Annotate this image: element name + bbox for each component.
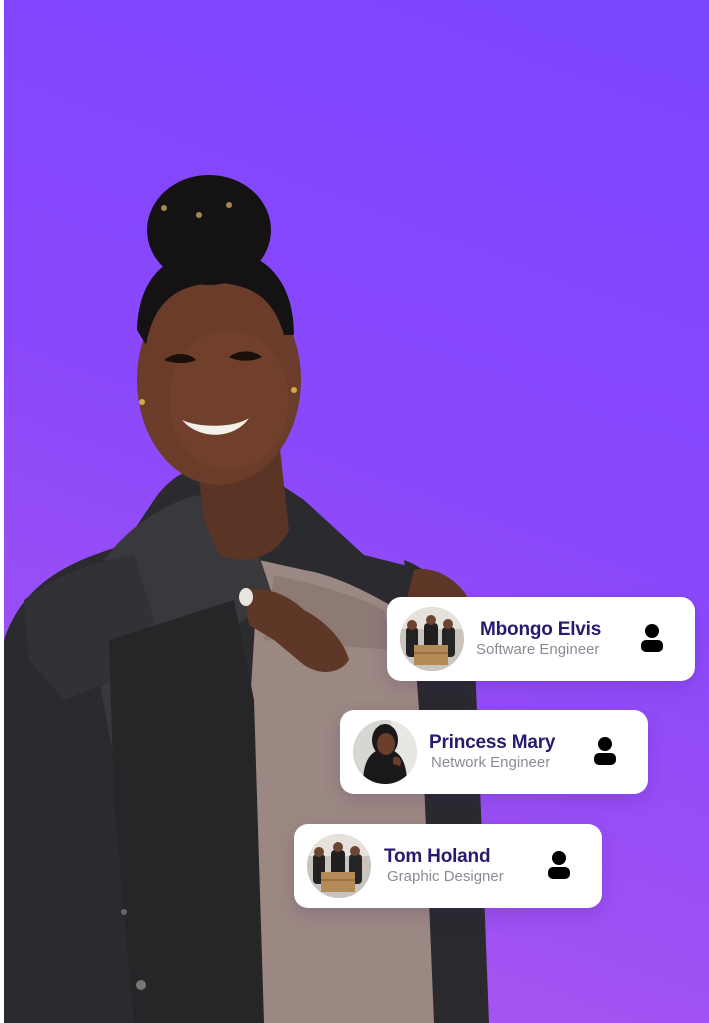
avatar — [307, 834, 371, 898]
woman-portrait-icon — [353, 720, 417, 784]
profile-card-mbongo-elvis[interactable]: Mbongo Elvis Software Engineer — [387, 597, 695, 681]
card-name: Mbongo Elvis — [480, 619, 602, 640]
card-name: Tom Holand — [384, 846, 491, 867]
card-role: Graphic Designer — [387, 868, 504, 885]
team-with-boxes-icon — [307, 834, 371, 898]
hero-section: Mbongo Elvis Software Engineer Princess … — [4, 0, 709, 1023]
avatar — [400, 607, 464, 671]
card-name: Princess Mary — [429, 732, 556, 753]
user-icon[interactable] — [547, 850, 571, 880]
profile-card-princess-mary[interactable]: Princess Mary Network Engineer — [340, 710, 648, 794]
user-icon[interactable] — [593, 736, 617, 766]
card-role: Software Engineer — [476, 641, 600, 658]
profile-card-tom-holand[interactable]: Tom Holand Graphic Designer — [294, 824, 602, 908]
card-role: Network Engineer — [431, 754, 551, 771]
user-icon[interactable] — [640, 623, 664, 653]
team-with-boxes-icon — [400, 607, 464, 671]
avatar — [353, 720, 417, 784]
